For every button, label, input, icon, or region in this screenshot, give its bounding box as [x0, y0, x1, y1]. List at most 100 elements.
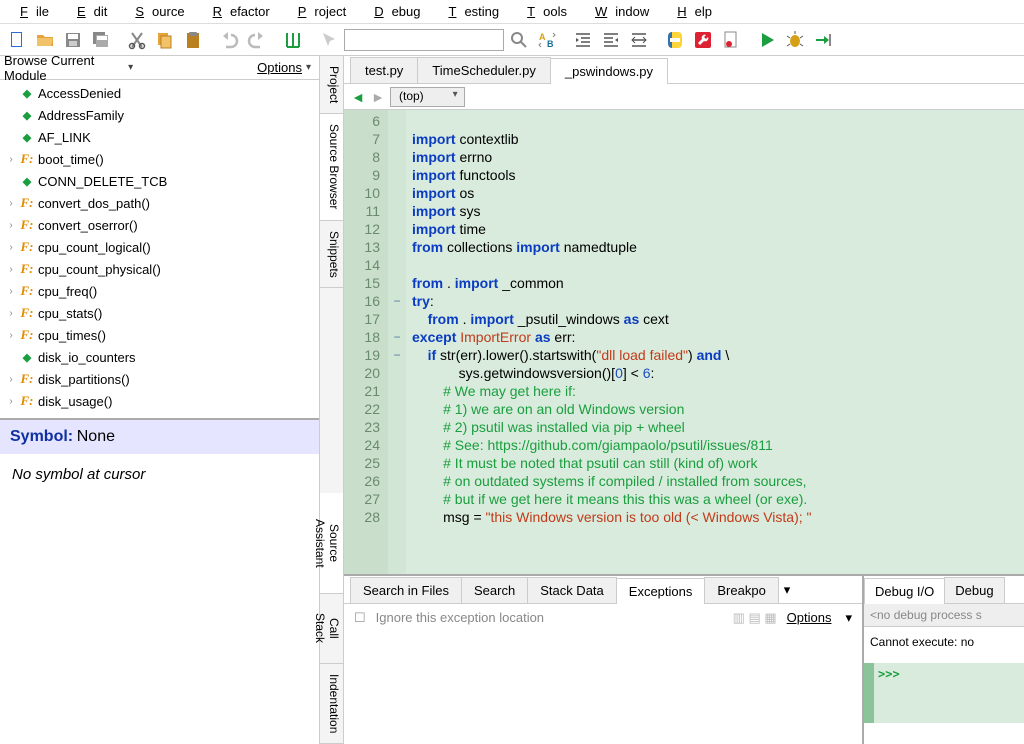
- undo-button[interactable]: [216, 27, 242, 53]
- editor-tab[interactable]: _pswindows.py: [550, 58, 668, 84]
- debug-repl[interactable]: >>>: [864, 663, 1024, 723]
- nav-back-icon[interactable]: ◄: [350, 89, 366, 105]
- menu-testing[interactable]: Testing: [433, 2, 508, 21]
- sidetab-project[interactable]: Project: [320, 56, 343, 114]
- browser-title[interactable]: Browse Current Module: [4, 56, 124, 83]
- menu-window[interactable]: Window: [579, 2, 657, 21]
- tree-item[interactable]: ›F:disk_usage(): [0, 390, 319, 412]
- sidetab-source-assistant[interactable]: Source Assistant: [320, 493, 343, 594]
- expand-icon[interactable]: ›: [4, 374, 18, 385]
- bottom-tab[interactable]: Search: [461, 577, 528, 603]
- menu-file[interactable]: File: [4, 2, 57, 21]
- tree-item[interactable]: ›F:convert_oserror(): [0, 214, 319, 236]
- tree-item[interactable]: ›F:convert_dos_path(): [0, 192, 319, 214]
- editor-tab[interactable]: test.py: [350, 57, 418, 83]
- ignore-exception-checkbox[interactable]: ☐: [354, 610, 366, 626]
- menu-project[interactable]: Project: [282, 2, 354, 21]
- copy-button[interactable]: [152, 27, 178, 53]
- menu-refactor[interactable]: Refactor: [197, 2, 278, 21]
- tree-item[interactable]: ›F:boot_time(): [0, 148, 319, 170]
- browser-options[interactable]: Options: [257, 60, 302, 75]
- open-file-button[interactable]: [32, 27, 58, 53]
- replace-button[interactable]: AB: [534, 27, 560, 53]
- function-icon: F:: [18, 151, 36, 167]
- bottom-tab[interactable]: Search in Files: [350, 577, 462, 603]
- browser-options-dropdown-icon[interactable]: ▾: [302, 62, 315, 73]
- wrench-button[interactable]: [690, 27, 716, 53]
- paste-button[interactable]: [180, 27, 206, 53]
- bottom-tab[interactable]: Exceptions: [616, 578, 706, 604]
- tree-item[interactable]: ›F:cpu_times(): [0, 324, 319, 346]
- menu-help[interactable]: Help: [661, 2, 720, 21]
- ignore-exception-label: Ignore this exception location: [376, 610, 723, 625]
- expand-icon[interactable]: ›: [4, 242, 18, 253]
- browser-title-dropdown-icon[interactable]: ▾: [124, 62, 137, 73]
- debug-tab[interactable]: Debug I/O: [864, 578, 945, 604]
- cut-button[interactable]: [124, 27, 150, 53]
- tree-item[interactable]: ›F:cpu_freq(): [0, 280, 319, 302]
- tree-item[interactable]: ›F:cpu_count_logical(): [0, 236, 319, 258]
- python-button[interactable]: [662, 27, 688, 53]
- breakpoint-file-button[interactable]: [718, 27, 744, 53]
- indent-guide-button[interactable]: [280, 27, 306, 53]
- bottom-options-dropdown-icon[interactable]: ▾: [845, 610, 852, 626]
- search-button[interactable]: [506, 27, 532, 53]
- sidetab-indentation[interactable]: Indentation: [320, 664, 343, 744]
- run-button[interactable]: [754, 27, 780, 53]
- sidetab-source-browser[interactable]: Source Browser: [320, 114, 343, 220]
- expand-icon[interactable]: ›: [4, 198, 18, 209]
- bottom-tab[interactable]: Breakpo: [704, 577, 778, 603]
- fold-strip[interactable]: −−−: [388, 110, 406, 574]
- symbol-tree[interactable]: ◆AccessDenied◆AddressFamily◆AF_LINK›F:bo…: [0, 80, 319, 420]
- tree-item[interactable]: ◆disk_io_counters: [0, 346, 319, 368]
- expand-icon[interactable]: ›: [4, 154, 18, 165]
- nav-forward-icon[interactable]: ►: [370, 89, 386, 105]
- redo-button[interactable]: [244, 27, 270, 53]
- bottom-tab-overflow-icon[interactable]: ▾: [778, 582, 797, 598]
- svg-text:A: A: [539, 32, 546, 42]
- expand-icon[interactable]: ›: [4, 220, 18, 231]
- sidetab-call-stack[interactable]: Call Stack: [320, 594, 343, 663]
- expand-icon[interactable]: ›: [4, 330, 18, 341]
- expand-icon[interactable]: ›: [4, 264, 18, 275]
- symbol-message: No symbol at cursor: [12, 466, 307, 483]
- scope-dropdown[interactable]: (top): [390, 87, 465, 107]
- editor-tab[interactable]: TimeScheduler.py: [417, 57, 551, 83]
- bottom-options[interactable]: Options: [787, 610, 836, 625]
- menu-edit[interactable]: Edit: [61, 2, 115, 21]
- code-area[interactable]: import contextlibimport errnoimport func…: [406, 110, 1024, 574]
- tree-item[interactable]: ◆AddressFamily: [0, 104, 319, 126]
- toolbar: AB: [0, 24, 1024, 56]
- expand-icon[interactable]: ›: [4, 286, 18, 297]
- expand-button[interactable]: [626, 27, 652, 53]
- indent-right-button[interactable]: [570, 27, 596, 53]
- tree-item[interactable]: ◆CONN_DELETE_TCB: [0, 170, 319, 192]
- save-all-button[interactable]: [88, 27, 114, 53]
- sidetab-snippets[interactable]: Snippets: [320, 221, 343, 289]
- new-file-button[interactable]: [4, 27, 30, 53]
- expand-icon[interactable]: ›: [4, 308, 18, 319]
- debug-tab[interactable]: Debug: [944, 577, 1004, 603]
- menu-tools[interactable]: Tools: [511, 2, 575, 21]
- tree-item[interactable]: ›F:cpu_count_physical(): [0, 258, 319, 280]
- panel-layout-icons[interactable]: ▥ ▤ ▦: [733, 610, 777, 626]
- step-button[interactable]: [810, 27, 836, 53]
- tree-item[interactable]: ›F:cpu_stats(): [0, 302, 319, 324]
- bottom-tab[interactable]: Stack Data: [527, 577, 617, 603]
- tree-item[interactable]: ◆AccessDenied: [0, 82, 319, 104]
- tree-label: cpu_times(): [36, 328, 106, 343]
- tree-label: convert_dos_path(): [36, 196, 150, 211]
- search-input[interactable]: [344, 29, 504, 51]
- indent-left-button[interactable]: [598, 27, 624, 53]
- cursor-button[interactable]: [316, 27, 342, 53]
- menu-debug[interactable]: Debug: [358, 2, 428, 21]
- tree-item[interactable]: ◆AF_LINK: [0, 126, 319, 148]
- code-editor[interactable]: 6789101112131415161718192021222324252627…: [344, 110, 1024, 574]
- tree-label: AddressFamily: [36, 108, 124, 123]
- save-button[interactable]: [60, 27, 86, 53]
- debug-button[interactable]: [782, 27, 808, 53]
- tree-item[interactable]: ›F:disk_partitions(): [0, 368, 319, 390]
- menu-source[interactable]: Source: [119, 2, 192, 21]
- menubar: FileEditSource RefactorProjectDebug Testin…: [0, 0, 1024, 24]
- expand-icon[interactable]: ›: [4, 396, 18, 407]
